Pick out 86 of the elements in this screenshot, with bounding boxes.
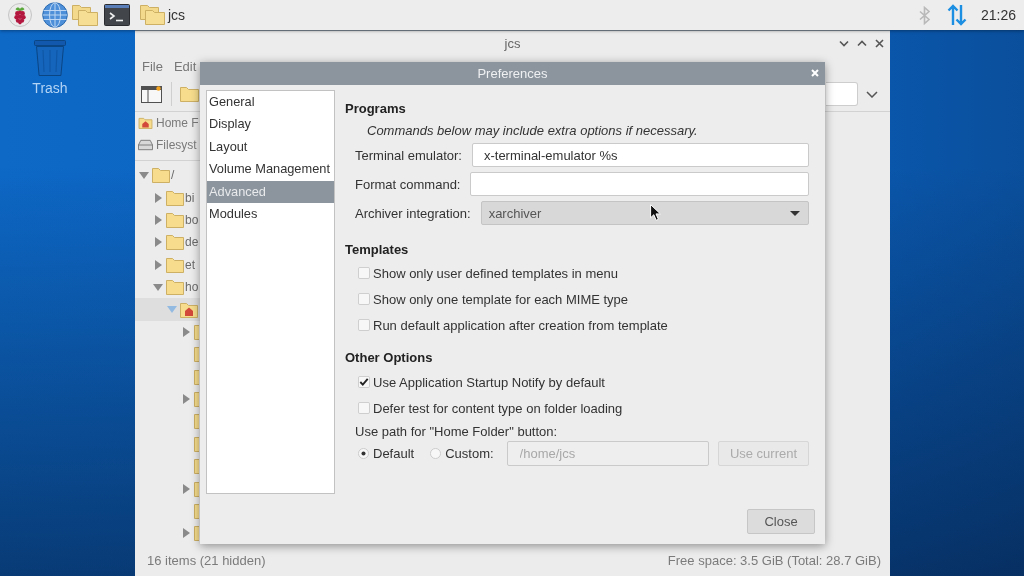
field-label: Archiver integration: [355, 205, 471, 221]
places-item[interactable]: Home F [135, 112, 200, 134]
text-field[interactable] [470, 172, 809, 196]
radio-button[interactable] [358, 448, 369, 459]
dialog-title: Preferences [477, 66, 548, 81]
field-label: Terminal emulator: [355, 147, 462, 163]
folder-icon [166, 234, 184, 251]
close-button[interactable]: Close [747, 509, 815, 534]
folder-icon [152, 167, 170, 184]
expander-icon[interactable] [182, 483, 190, 494]
tree-item[interactable]: bo [135, 208, 200, 232]
window-title: jcs [504, 35, 521, 51]
chevron-down-icon[interactable] [866, 90, 878, 98]
checkbox[interactable] [358, 267, 370, 279]
window-icon[interactable] [141, 85, 162, 103]
expander-icon[interactable] [182, 528, 190, 539]
radio-label[interactable]: Default [373, 446, 415, 461]
taskbar-button[interactable]: jcs [140, 5, 186, 25]
bluetooth-icon[interactable] [917, 5, 932, 25]
folder-icon [140, 5, 165, 25]
expander-icon[interactable] [154, 192, 162, 203]
raspberry-icon[interactable] [8, 3, 32, 27]
home-folder-icon [180, 301, 198, 318]
category-item[interactable]: Modules [207, 202, 334, 226]
clock[interactable]: 21:26 [980, 7, 1016, 23]
tree-item[interactable]: bi [135, 186, 200, 209]
category-item[interactable]: Display [207, 113, 334, 136]
section-heading: Templates [345, 241, 410, 259]
terminal-icon[interactable] [104, 4, 130, 26]
expander-icon[interactable] [154, 259, 162, 270]
menu-item[interactable]: Edit [173, 58, 197, 74]
globe-icon[interactable] [42, 2, 68, 28]
field-label: Format command: [355, 176, 461, 192]
status-text: 16 items (21 hidden) [147, 553, 266, 568]
trash-icon[interactable] [34, 40, 66, 76]
expander-icon[interactable] [182, 326, 190, 337]
tree-item[interactable]: / [135, 164, 200, 187]
folder-icon [166, 189, 184, 206]
section-heading: Other Options [345, 349, 434, 367]
section-heading: Programs [345, 100, 407, 118]
expander-icon[interactable] [154, 237, 162, 248]
mouse-pointer-icon [650, 204, 661, 221]
path-field[interactable] [826, 82, 858, 106]
hint-text: Commands below may include extra options if necessary. [366, 122, 699, 140]
home-folder-icon [138, 117, 153, 129]
checkbox[interactable] [358, 293, 370, 305]
minimize-icon[interactable] [839, 39, 849, 47]
expander-icon[interactable] [153, 283, 163, 291]
trash-label[interactable]: Trash [32, 79, 68, 97]
expander-icon[interactable] [154, 214, 162, 225]
checkbox-label[interactable]: Show only one template for each MIME type [373, 291, 629, 307]
checkbox-label[interactable]: Use Application Startup Notify by default [373, 374, 605, 390]
folders-icon[interactable] [72, 4, 98, 26]
checkbox[interactable] [358, 319, 370, 331]
field-label: Use path for "Home Folder" button: [354, 423, 559, 441]
caret-icon [790, 210, 800, 216]
expander-icon[interactable] [182, 394, 190, 405]
folder-icon [166, 211, 184, 228]
status-text: Free space: 3.5 GiB (Total: 28.7 GiB) [667, 553, 881, 568]
expander-icon[interactable] [139, 171, 149, 179]
checkbox[interactable] [358, 402, 370, 414]
category-item[interactable]: Layout [207, 135, 334, 159]
checkbox-label[interactable]: Show only user defined templates in menu [373, 265, 618, 281]
checkbox-label[interactable]: Run default application after creation from template [373, 317, 668, 333]
tree-item[interactable]: de [135, 231, 200, 254]
expander-icon[interactable] [167, 306, 177, 314]
folder-icon [166, 279, 184, 296]
places-item[interactable]: Filesyst [135, 134, 200, 156]
radio-button[interactable] [430, 448, 442, 459]
text-field[interactable]: x-terminal-emulator %s [471, 143, 809, 167]
tree-item[interactable] [135, 298, 200, 321]
folder-icon[interactable] [180, 86, 199, 102]
radio-label[interactable]: Custom: [445, 446, 494, 461]
folder-icon [166, 256, 184, 273]
drive-icon [138, 139, 153, 151]
close-icon[interactable] [875, 38, 884, 48]
tree-item[interactable]: ho [135, 275, 200, 299]
tree-item[interactable]: et [135, 253, 200, 276]
category-item[interactable]: General [207, 91, 334, 114]
maximize-icon[interactable] [857, 39, 867, 47]
checkbox[interactable] [358, 376, 370, 388]
category-item[interactable]: Volume Management [207, 158, 334, 181]
up-down-arrows-icon[interactable] [946, 4, 967, 26]
dropdown[interactable]: xarchiver [480, 201, 809, 225]
checkbox-label[interactable]: Defer test for content type on folder loading [373, 400, 623, 416]
menu-item[interactable]: File [142, 58, 163, 74]
